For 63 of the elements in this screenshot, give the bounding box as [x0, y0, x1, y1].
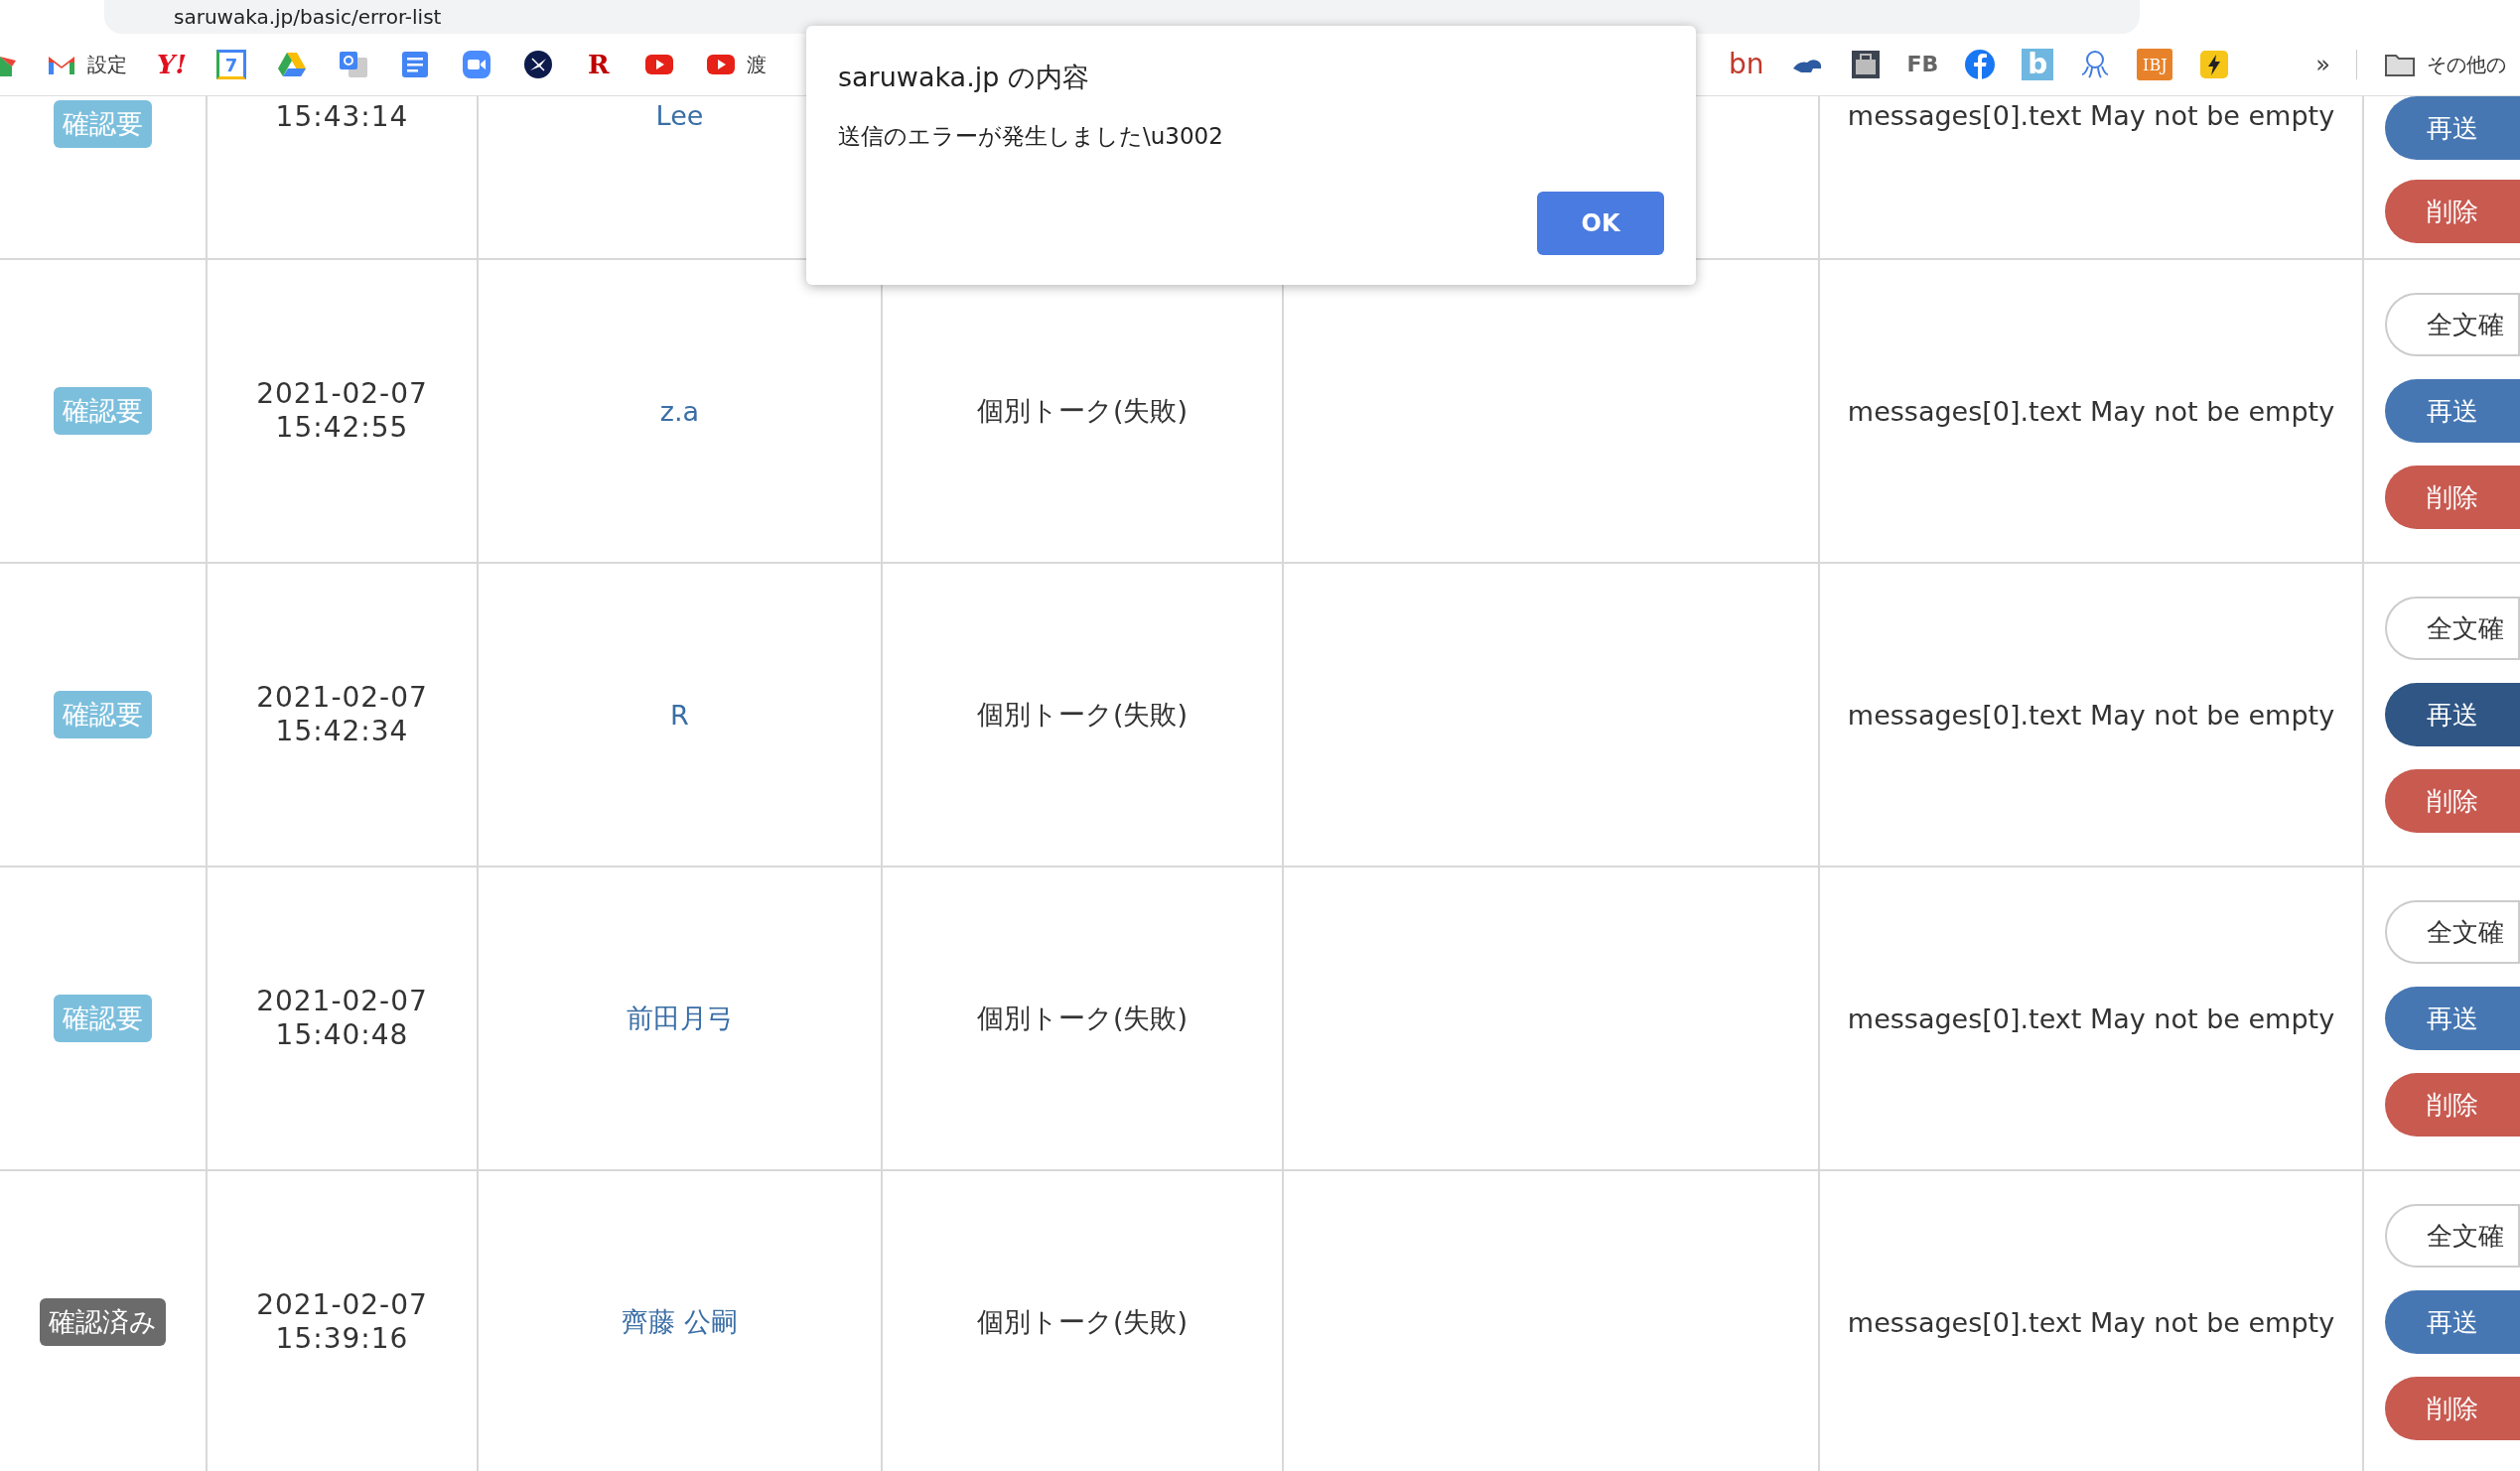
user-name-link[interactable]: 前田月弓 [626, 1001, 734, 1036]
error-message-text: messages[0].text May not be empty [1847, 699, 2335, 731]
status-badge: 確認要 [54, 995, 152, 1042]
status-badge: 確認済み [40, 1298, 166, 1346]
bookmark-label[interactable]: 設定 [87, 51, 127, 78]
video-camera-icon[interactable] [461, 49, 492, 80]
delete-button[interactable]: 削除 [2385, 1377, 2520, 1440]
briefcase-icon[interactable] [1849, 49, 1882, 80]
bookmark[interactable]: 7 [216, 50, 246, 79]
message-type-text: 個別トーク(失敗) [976, 1305, 1189, 1339]
bookmark[interactable]: bn [1729, 49, 1764, 80]
bookmark[interactable]: R [584, 49, 614, 80]
resend-button[interactable]: 再送 [2385, 987, 2520, 1050]
delete-button[interactable]: 削除 [2385, 769, 2520, 833]
dialog-message: 送信のエラーが発生しました\u3002 [838, 122, 1224, 151]
time-text: 15:42:55 [275, 411, 409, 445]
message-type-text: 個別トーク(失敗) [976, 698, 1189, 732]
resend-button[interactable]: 再送 [2385, 96, 2520, 160]
time-text: 15:40:48 [275, 1018, 409, 1052]
bookmark[interactable]: IBJ [2137, 49, 2173, 80]
error-message-text: messages[0].text May not be empty [1847, 1306, 2335, 1338]
delete-button[interactable]: 削除 [2385, 180, 2520, 243]
status-badge: 確認要 [54, 100, 152, 148]
compass-icon[interactable] [522, 49, 554, 80]
error-message-text: messages[0].text May not be empty [1847, 395, 2335, 427]
message-type-text: 個別トーク(失敗) [976, 1002, 1189, 1035]
bookmark[interactable]: Y! [157, 49, 187, 80]
ok-button[interactable]: OK [1537, 192, 1664, 255]
time-text: 15:39:16 [275, 1322, 409, 1356]
message-type-text: 個別トーク(失敗) [976, 394, 1189, 428]
time-text: 15:43:14 [275, 100, 409, 134]
bookmark-label[interactable]: 渡 [746, 51, 767, 78]
view-button[interactable]: 全文確 [2385, 1204, 2520, 1268]
date-text: 2021-02-07 [256, 985, 428, 1018]
error-message-text: messages[0].text May not be empty [1847, 1003, 2335, 1034]
error-message-text: messages[0].text May not be empty [1847, 100, 2335, 131]
bookmark-label[interactable]: その他の [2427, 51, 2506, 78]
delete-button[interactable]: 削除 [2385, 1073, 2520, 1137]
user-name-link[interactable]: R [670, 699, 689, 731]
view-button[interactable]: 全文確 [2385, 597, 2520, 660]
user-name-link[interactable]: 齊藤 公嗣 [622, 1304, 738, 1340]
more-bookmarks-button[interactable]: » [2315, 51, 2330, 78]
document-icon[interactable] [399, 49, 431, 80]
bookmark[interactable]: FB [1906, 49, 1939, 80]
user-name-link[interactable]: Lee [655, 100, 704, 131]
time-text: 15:42:34 [275, 715, 409, 748]
delete-button[interactable]: 削除 [2385, 466, 2520, 529]
view-button[interactable]: 全文確 [2385, 900, 2520, 964]
translate-icon[interactable] [338, 49, 369, 80]
resend-button[interactable]: 再送 [2385, 1290, 2520, 1354]
dialog-title: saruwaka.jp の内容 [838, 61, 1090, 94]
address-bar[interactable]: saruwaka.jp/basic/error-list [104, 0, 2140, 34]
lightning-icon[interactable] [2198, 49, 2231, 80]
status-badge: 確認要 [54, 387, 152, 435]
view-button[interactable]: 全文確 [2385, 293, 2520, 356]
resend-button[interactable]: 再送 [2385, 379, 2520, 443]
date-text: 2021-02-07 [256, 1288, 428, 1322]
resend-button[interactable]: 再送 [2385, 683, 2520, 746]
date-text: 2021-02-07 [256, 377, 428, 411]
status-badge: 確認要 [54, 691, 152, 738]
facebook-icon[interactable] [1964, 49, 1997, 80]
user-name-link[interactable]: z.a [659, 395, 700, 427]
date-text: 2021-02-07 [256, 681, 428, 715]
